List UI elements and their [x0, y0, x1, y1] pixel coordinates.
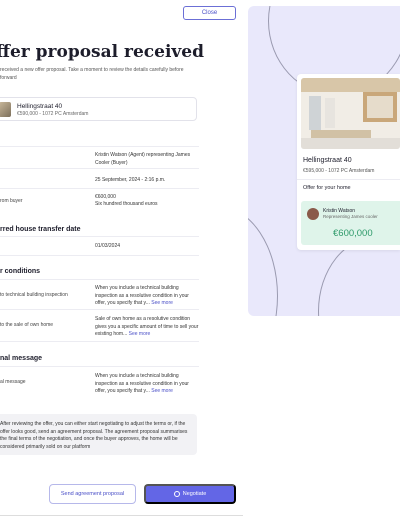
offer-panel: Close ffer proposal received received a …: [0, 0, 243, 516]
divider: [0, 236, 199, 237]
close-button[interactable]: Close: [183, 6, 236, 20]
property-price: €590,000 - 1072 PC Amsterdam: [17, 111, 89, 117]
info-box: After reviewing the offer, you can eithe…: [0, 414, 197, 455]
offer-summary-box: Kristin Watson Representing James cooler…: [301, 201, 400, 245]
condition-description: When you include a technical building in…: [95, 285, 189, 306]
divider: [0, 146, 199, 147]
divider: [297, 179, 400, 180]
conditions-heading: r conditions: [0, 268, 41, 275]
see-more-link[interactable]: See more: [129, 331, 151, 337]
divider: [0, 309, 199, 310]
see-more-link[interactable]: See more: [151, 300, 173, 306]
avatar: [307, 208, 319, 220]
divider: [0, 366, 199, 367]
property-thumbnail: [0, 102, 11, 117]
message-text: When you include a technical building in…: [95, 373, 199, 396]
see-more-link[interactable]: See more: [151, 388, 173, 394]
transfer-date-heading: rred house transfer date: [0, 226, 81, 233]
condition-text: When you include a technical building in…: [95, 285, 199, 308]
condition-label: to technical building inspection: [0, 292, 68, 298]
offer-from-value: Kristin Watson (Agent) representing Jame…: [95, 152, 191, 166]
offer-amount: €600,000: [333, 228, 373, 239]
message-description: When you include a technical building in…: [95, 373, 189, 394]
property-name: Hellingstraat 40: [17, 103, 63, 110]
condition-text: Sale of own home as a resolutive conditi…: [95, 316, 199, 339]
decorative-curve: [248, 206, 278, 316]
offer-heading: Offer for your home: [303, 185, 351, 191]
house-photo: [301, 78, 400, 149]
property-card: Hellingstraat 40 €590,000 - 1072 PC Amst…: [0, 97, 197, 121]
offer-date-value: 25 September, 2024 - 2:16 p.m.: [95, 177, 166, 183]
divider: [0, 279, 199, 280]
summary-house-price: €595,000 - 1072 PC Amsterdam: [303, 168, 375, 174]
summary-house-name: Hellingstraat 40: [303, 157, 352, 164]
message-heading: nal message: [0, 355, 43, 362]
transfer-date-value: 01/03/2024: [95, 243, 121, 249]
negotiate-button[interactable]: Negotiate: [144, 484, 236, 504]
info-text: After reviewing the offer, you can eithe…: [0, 421, 188, 450]
divider: [0, 341, 199, 342]
offer-amount-words: Six hundred thousand euros: [95, 201, 158, 207]
divider: [0, 255, 199, 256]
condition-label: to the sale of own home: [0, 322, 54, 328]
page-subtitle: received a new offer proposal. Take a mo…: [0, 67, 184, 81]
divider: [0, 188, 199, 189]
agent-representing: Representing James cooler: [323, 214, 378, 219]
message-label: al message: [0, 379, 26, 385]
page-title: ffer proposal received: [0, 42, 204, 62]
offer-amount-label: rom buyer: [0, 198, 23, 204]
send-agreement-button[interactable]: Send agreement proposal: [49, 484, 136, 504]
chat-icon: [173, 491, 180, 497]
divider: [0, 168, 199, 169]
negotiate-label: Negotiate: [182, 491, 207, 497]
